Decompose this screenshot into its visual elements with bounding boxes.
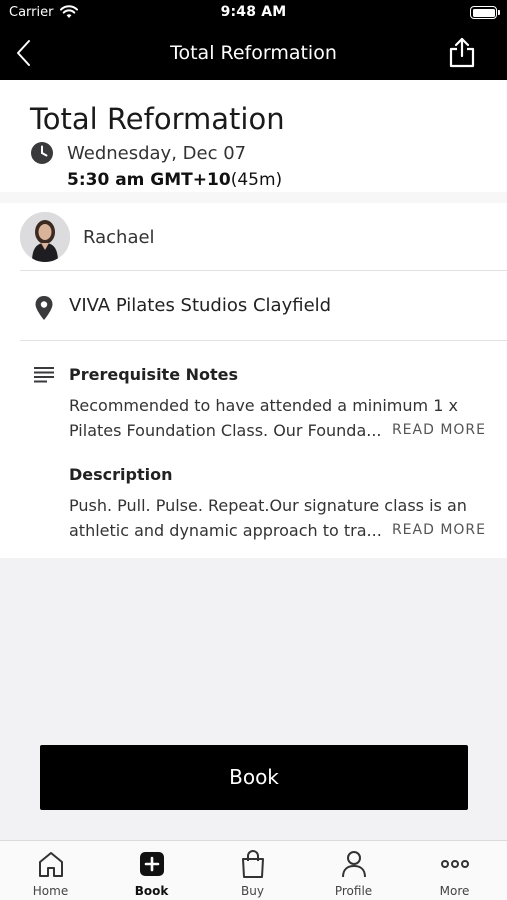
location-pin-icon <box>35 296 53 320</box>
description-title: Description <box>69 465 173 484</box>
tab-profile-label: Profile <box>334 884 373 898</box>
duration: (45m) <box>230 170 283 190</box>
class-header: Total Reformation Wednesday, Dec 07 5:30… <box>0 80 507 192</box>
status-bar: Carrier 9:48 AM <box>0 0 507 28</box>
tab-bar: Home Book Buy Profile More <box>0 840 507 900</box>
description-line-1: Push. Pull. Pulse. Repeat.Our signature … <box>69 496 467 515</box>
battery-icon <box>470 6 500 19</box>
description-read-more[interactable]: READ MORE <box>392 522 486 538</box>
tab-profile[interactable]: Profile <box>303 841 404 900</box>
class-details: Rachael VIVA Pilates Studios Clayfield P… <box>0 203 507 558</box>
tab-home-label: Home <box>32 884 69 898</box>
tab-more[interactable]: More <box>404 841 505 900</box>
clock-icon <box>31 142 53 164</box>
tab-buy-label: Buy <box>241 884 264 898</box>
avatar <box>20 212 70 262</box>
tab-home[interactable]: Home <box>0 841 101 900</box>
notes-section: Prerequisite Notes Recommended to have a… <box>0 341 507 558</box>
class-date: Wednesday, Dec 07 <box>67 143 247 164</box>
status-time: 9:48 AM <box>220 4 287 20</box>
share-icon[interactable] <box>447 36 477 68</box>
top-bar: Carrier 9:48 AM Total Reformation <box>0 0 507 80</box>
class-time: 5:30 am GMT+10(45m) <box>67 170 282 190</box>
start-time: 5:30 am GMT+10 <box>67 170 231 190</box>
notes-icon <box>34 367 54 383</box>
nav-title: Total Reformation <box>170 42 337 64</box>
shopping-bag-icon <box>242 850 264 878</box>
section-divider <box>0 192 507 203</box>
tab-buy[interactable]: Buy <box>202 841 303 900</box>
person-icon <box>342 851 366 878</box>
location-row[interactable]: VIVA Pilates Studios Clayfield <box>20 271 507 341</box>
instructor-row[interactable]: Rachael <box>20 203 507 271</box>
instructor-name: Rachael <box>83 227 155 248</box>
location-name: VIVA Pilates Studios Clayfield <box>69 295 332 316</box>
prerequisite-title: Prerequisite Notes <box>69 365 239 384</box>
class-title: Total Reformation <box>30 102 285 136</box>
tab-more-label: More <box>439 884 470 898</box>
prerequisite-line-1: Recommended to have attended a minimum 1… <box>69 396 458 415</box>
avatar-photo <box>20 212 70 262</box>
plus-square-icon <box>140 852 164 876</box>
tab-book-label: Book <box>134 884 169 898</box>
prerequisite-read-more[interactable]: READ MORE <box>392 422 486 438</box>
more-dots-icon <box>441 860 469 868</box>
home-icon <box>39 852 63 877</box>
book-button[interactable]: Book <box>40 745 468 810</box>
navigation-bar: Total Reformation <box>0 28 507 80</box>
tab-book[interactable]: Book <box>101 841 202 900</box>
